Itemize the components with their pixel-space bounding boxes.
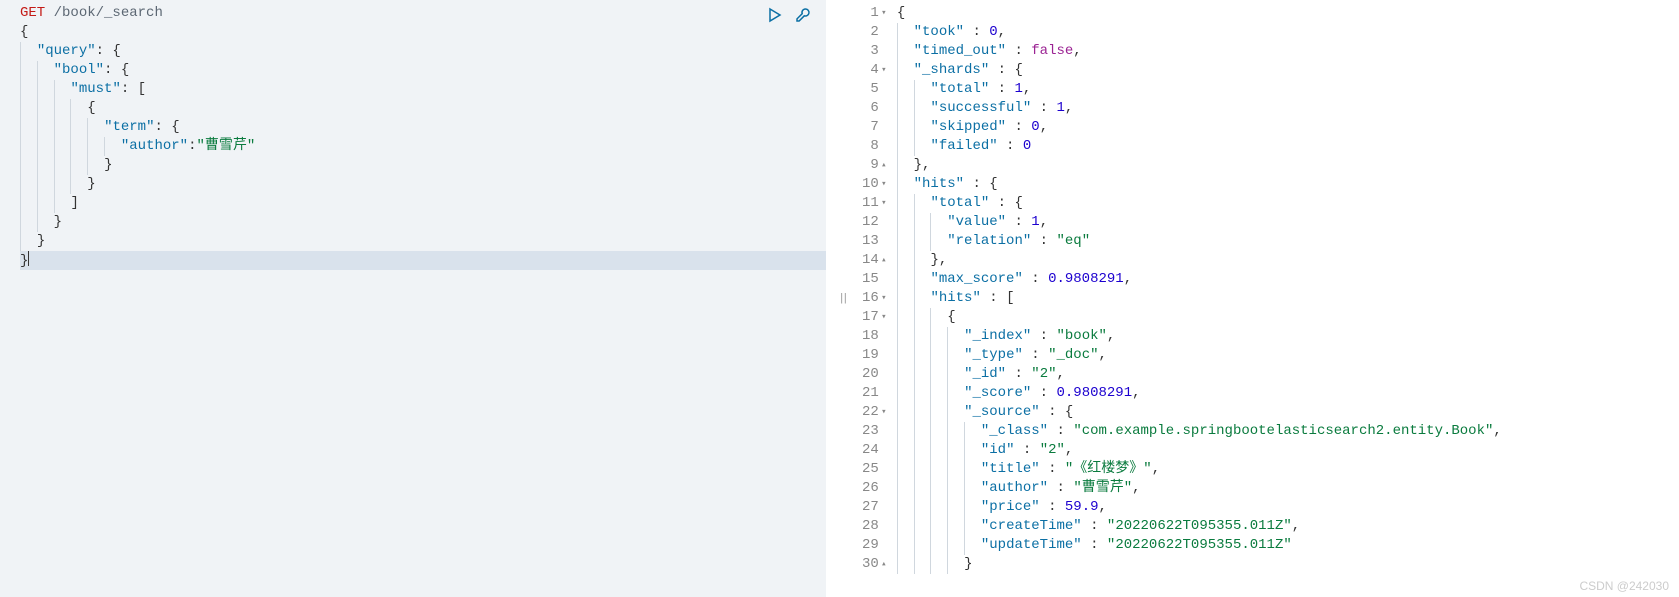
divider-handle-icon[interactable]: || xyxy=(838,293,845,305)
request-editor[interactable]: GET /book/_search{ "query": { "bool": { … xyxy=(0,0,826,597)
response-panel: 1▾2 3 4▾5 6 7 8 9▴10▾11▾12 13 14▴15 16▾1… xyxy=(858,0,1679,597)
request-gutter xyxy=(0,0,20,597)
watermark: CSDN @242030 xyxy=(1579,579,1669,593)
response-viewer[interactable]: 1▾2 3 4▾5 6 7 8 9▴10▾11▾12 13 14▴15 16▾1… xyxy=(858,0,1679,597)
panel-divider[interactable]: || xyxy=(826,0,858,597)
request-editor-panel[interactable]: GET /book/_search{ "query": { "bool": { … xyxy=(0,0,826,597)
wrench-tools-button[interactable] xyxy=(794,6,812,24)
response-gutter: 1▾2 3 4▾5 6 7 8 9▴10▾11▾12 13 14▴15 16▾1… xyxy=(858,0,897,597)
request-code[interactable]: GET /book/_search{ "query": { "bool": { … xyxy=(20,0,826,597)
response-code[interactable]: { "took" : 0, "timed_out" : false, "_sha… xyxy=(897,0,1679,597)
run-query-button[interactable] xyxy=(766,6,784,24)
action-buttons xyxy=(766,6,812,24)
